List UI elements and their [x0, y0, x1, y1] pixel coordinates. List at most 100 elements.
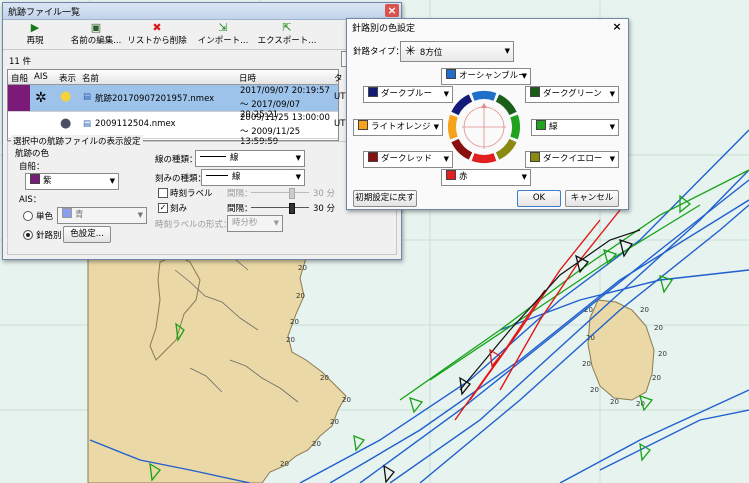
track-window-titlebar[interactable]: 航跡ファイル一覧 × [3, 3, 401, 20]
color-swatch-right [536, 120, 546, 130]
color-swatch-lower-left [368, 152, 378, 162]
line-type-value: 線 [230, 153, 239, 163]
reset-defaults-button[interactable]: 初期設定に戻す [353, 190, 417, 207]
color-dropdown-lower-left[interactable]: ダークレッド ▼ [363, 151, 453, 168]
edit-name-label: 名前の編集... [70, 36, 122, 46]
time-label-slider-thumb[interactable] [289, 188, 295, 199]
depth-label: 20 [342, 396, 351, 404]
time-format-dropdown[interactable]: 時分秒 ▼ [227, 215, 283, 232]
compass-ring-segment [510, 114, 520, 140]
solid-line-icon [200, 156, 226, 157]
color-dropdown-upper-right[interactable]: ダークグリーン ▼ [525, 86, 619, 103]
single-color-radio[interactable] [23, 211, 33, 221]
remove-from-list-button[interactable]: ✖ リストから削除 [127, 21, 187, 48]
own-ship-label: 自船： [19, 162, 45, 172]
color-dropdown-right[interactable]: 緑 ▼ [531, 119, 619, 136]
track-date-start: 2017/09/07 20:19:57 [240, 86, 330, 96]
chevron-down-icon: ▼ [295, 173, 301, 181]
compass-color-ring [448, 91, 520, 163]
single-color-dropdown[interactable]: 青 ▼ [57, 207, 147, 224]
color-dropdown-upper-left[interactable]: ダークブルー ▼ [363, 86, 453, 103]
tick-interval-slider[interactable] [251, 203, 309, 214]
chevron-down-icon: ▼ [295, 154, 301, 162]
color-swatch-lower-right [530, 152, 540, 162]
track-file-table[interactable]: 自船 AIS 表示 名前 日時 タ ✲ ● ▤ 航跡20170907201957… [7, 69, 345, 147]
table-row[interactable]: ✲ ● ▤ 航跡20170907201957.nmex 2017/09/07 2… [8, 85, 345, 120]
course-type-value: 8方位 [419, 48, 443, 58]
time-label-checkbox[interactable] [158, 188, 168, 198]
depth-label: 20 [298, 264, 307, 272]
color-dropdown-left[interactable]: ライトオレンジ ▼ [353, 119, 443, 136]
col-own-ship[interactable]: 自船 [11, 72, 28, 84]
play-button[interactable]: ▶ 再現 [13, 21, 57, 48]
time-label-interval-value: 30 分 [313, 189, 336, 199]
depth-label: 20 [586, 334, 595, 342]
file-icon: ▤ [83, 119, 92, 129]
color-dropdown-lower-right[interactable]: ダークイエロー ▼ [525, 151, 619, 168]
course-type-dropdown[interactable]: ✳ 8方位 ▼ [400, 41, 514, 62]
edit-name-button[interactable]: ▣ 名前の編集... [65, 21, 127, 48]
depth-label: 20 [312, 440, 321, 448]
course-color-window[interactable]: 針路別の色設定 × 針路タイプ： ✳ 8方位 ▼ オーシャンブルー ▼ ダークブル… [346, 18, 629, 210]
color-swatch-upper-right [530, 87, 540, 97]
color-label-top: オーシャンブルー [459, 71, 527, 81]
color-label-bottom: 赤 [459, 172, 468, 182]
tick-slider-thumb[interactable] [289, 203, 295, 214]
table-header: 自船 AIS 表示 名前 日時 タ [8, 70, 343, 85]
col-ais[interactable]: AIS [34, 72, 48, 82]
tick-type-value: 線 [232, 172, 241, 182]
col-extra[interactable]: タ [334, 72, 343, 84]
color-label-upper-left: ダークブルー [381, 89, 433, 99]
single-color-label[interactable]: 単色 [36, 210, 53, 222]
col-datetime[interactable]: 日時 [239, 72, 256, 84]
per-course-label[interactable]: 針路別 [36, 229, 62, 241]
close-icon[interactable]: × [385, 4, 399, 17]
time-label-label[interactable]: 時刻ラベル [170, 187, 213, 199]
color-dropdown-bottom[interactable]: 赤 ▼ [441, 169, 531, 186]
track-file-list-window[interactable]: 航跡ファイル一覧 × ▶ 再現 ▣ 名前の編集... ✖ リストから削除 ⇲ イ… [2, 2, 402, 260]
ais-settings-icon[interactable]: ✲ [35, 90, 47, 106]
export-icon: ⇱ [282, 21, 292, 34]
time-label-interval-slider[interactable] [251, 188, 309, 199]
single-color-swatch [62, 208, 72, 218]
line-type-dropdown[interactable]: 線 ▼ [195, 150, 305, 167]
depth-label: 20 [590, 386, 599, 394]
col-display[interactable]: 表示 [59, 72, 76, 84]
compass-ring-segment [471, 153, 497, 163]
cancel-button[interactable]: キャンセル [565, 190, 619, 207]
display-bulb-off-icon[interactable]: ● [60, 116, 71, 131]
tick-type-dropdown[interactable]: 線 ▼ [201, 169, 305, 186]
color-swatch-top [446, 69, 456, 79]
single-color-value: 青 [75, 210, 84, 220]
color-window-titlebar[interactable]: 針路別の色設定 × [347, 19, 628, 35]
chevron-down-icon: ▼ [609, 123, 615, 131]
own-ship-color-swatch[interactable] [8, 85, 30, 111]
tick-type-label: 刻みの種類： [155, 174, 207, 184]
export-button[interactable]: ⇱ エクスポート... [257, 21, 317, 48]
track-date-start: 2009/11/25 13:00:00 [240, 113, 330, 123]
display-bulb-on-icon[interactable]: ● [60, 89, 71, 104]
import-button[interactable]: ⇲ インポート... [197, 21, 249, 48]
compass-ring-segment [471, 91, 497, 101]
depth-label: 20 [296, 292, 305, 300]
ok-button[interactable]: OK [517, 190, 561, 207]
compass-ring-segment [495, 138, 517, 160]
compass-ring-segment [451, 138, 473, 160]
color-swatch-bottom [446, 170, 456, 180]
play-icon: ▶ [30, 21, 40, 34]
import-label: インポート... [197, 36, 249, 46]
close-icon[interactable]: × [610, 20, 624, 33]
depth-label: 20 [582, 360, 591, 368]
chevron-down-icon: ▼ [609, 155, 615, 163]
color-dropdown-top[interactable]: オーシャンブルー ▼ [441, 68, 531, 85]
tick-label[interactable]: 刻み [170, 202, 187, 214]
depth-label: 20 [610, 398, 619, 406]
color-settings-button[interactable]: 色設定... [63, 226, 111, 243]
col-name[interactable]: 名前 [82, 72, 99, 84]
chevron-down-icon: ▼ [433, 123, 439, 131]
chevron-down-icon: ▼ [109, 177, 115, 185]
color-window-title: 針路別の色設定 [352, 24, 416, 34]
tick-checkbox[interactable]: ✓ [158, 203, 168, 213]
own-ship-color-dropdown[interactable]: 紫 ▼ [25, 173, 119, 190]
per-course-radio[interactable] [23, 230, 33, 240]
